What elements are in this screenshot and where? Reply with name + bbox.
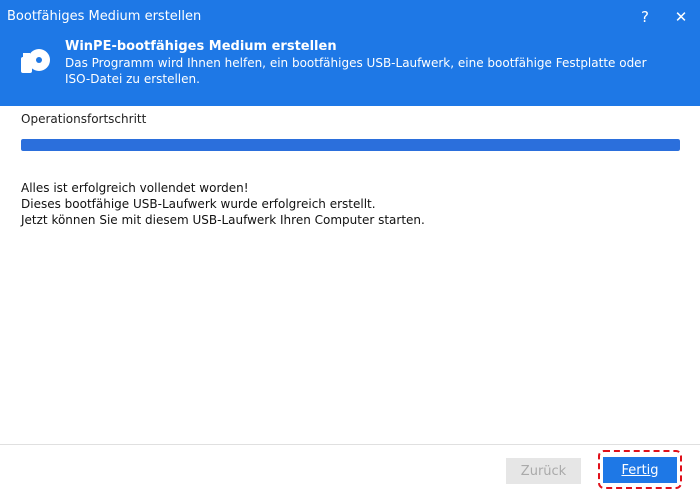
window-title: Bootfähiges Medium erstellen [7, 9, 202, 24]
progress-fill [21, 139, 680, 151]
help-icon: ? [641, 8, 649, 26]
footer-divider [0, 444, 700, 445]
finish-button[interactable]: Fertig [603, 457, 677, 483]
header-banner: WinPE-bootfähiges Medium erstellen Das P… [0, 34, 700, 106]
boot-hint-message: Jetzt können Sie mit diesem USB-Laufwerk… [21, 213, 425, 227]
close-button[interactable]: ✕ [664, 0, 698, 34]
help-button[interactable]: ? [628, 0, 662, 34]
title-bar: Bootfähiges Medium erstellen ? ✕ [0, 0, 700, 34]
progress-bar [21, 139, 680, 151]
usb-disc-icon [21, 49, 50, 73]
header-description: Das Programm wird Ihnen helfen, ein boot… [65, 56, 647, 86]
close-icon: ✕ [674, 8, 688, 26]
header-title: WinPE-bootfähiges Medium erstellen [65, 39, 337, 54]
progress-label: Operationsfortschritt [21, 112, 147, 126]
created-message: Dieses bootfähige USB-Laufwerk wurde erf… [21, 197, 376, 211]
status-messages: Alles ist erfolgreich vollendet worden! … [21, 180, 425, 228]
success-message: Alles ist erfolgreich vollendet worden! [21, 181, 249, 195]
back-button[interactable]: Zurück [506, 458, 581, 484]
